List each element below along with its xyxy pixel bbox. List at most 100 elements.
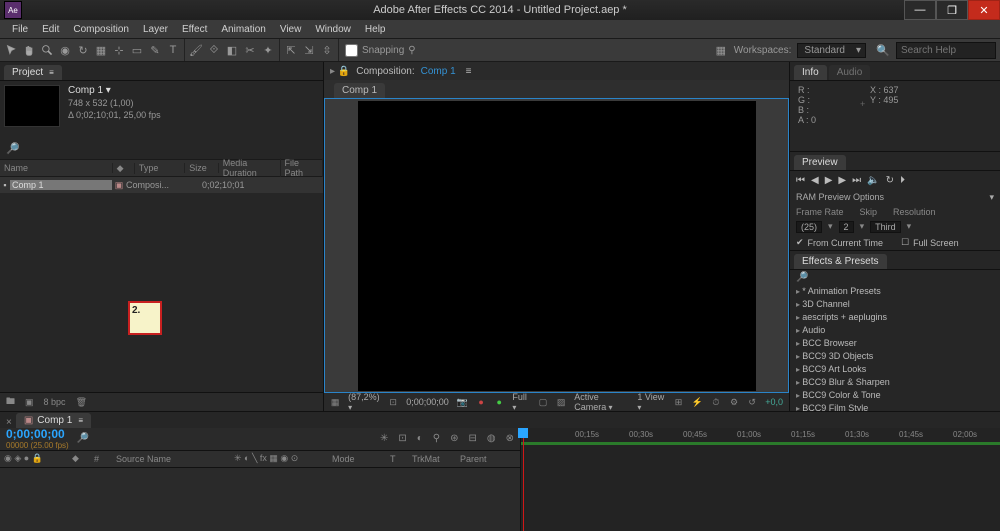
zoom-dropdown[interactable]: (87,2%) <box>348 392 380 412</box>
exposure-value[interactable]: +0,0 <box>765 397 783 407</box>
effects-tab[interactable]: Effects & Presets <box>794 254 887 269</box>
local-axis-icon[interactable]: ⇱ <box>284 43 298 57</box>
camera-dropdown[interactable]: Active Camera <box>574 392 629 412</box>
resolution-dropdown[interactable]: Full <box>512 392 530 412</box>
menu-view[interactable]: View <box>274 23 308 36</box>
project-search[interactable]: 🔎 <box>0 137 323 159</box>
puppet-tool-icon[interactable]: ✦ <box>261 43 275 57</box>
time-ruler[interactable]: 00;15s 00;30s 00;45s 01;00s 01;15s 01;30… <box>521 428 1000 445</box>
col-parent[interactable]: Parent <box>456 454 514 464</box>
project-list-area[interactable]: 2. <box>0 193 323 392</box>
last-frame-icon[interactable]: ⏭ <box>852 175 861 186</box>
lock-icon[interactable]: ▸ 🔒 <box>330 66 350 77</box>
fx-icon[interactable]: ⊛ <box>450 433 458 444</box>
clone-tool-icon[interactable]: ⟐ <box>207 43 221 57</box>
fast-preview-icon[interactable]: ⚡ <box>692 397 703 408</box>
menu-window[interactable]: Window <box>309 23 357 36</box>
snapping-toggle[interactable]: Snapping ⚲ <box>339 44 416 57</box>
timeline-search-icon[interactable]: 🔎 <box>77 433 89 444</box>
chevron-down-icon[interactable]: ▾ <box>989 192 994 203</box>
playhead[interactable] <box>523 428 524 531</box>
frame-rate-dropdown[interactable]: (25) <box>796 221 822 233</box>
rotate-tool-icon[interactable]: ↻ <box>76 43 90 57</box>
eraser-tool-icon[interactable]: ◧ <box>225 43 239 57</box>
channel-icon[interactable]: ● <box>476 397 486 407</box>
menu-file[interactable]: File <box>6 23 34 36</box>
col-duration[interactable]: Media Duration <box>219 158 281 178</box>
menu-animation[interactable]: Animation <box>215 23 271 36</box>
orbit-tool-icon[interactable]: ◉ <box>58 43 72 57</box>
current-time[interactable]: 0;00;00;00 <box>6 427 69 441</box>
col-label-icon[interactable]: ◆ <box>113 163 135 174</box>
brush-tool-icon[interactable]: 🖌 <box>189 43 203 57</box>
shape-tool-icon[interactable]: ▭ <box>130 43 144 57</box>
snapshot-icon[interactable]: 📷 <box>457 397 468 408</box>
brain-icon[interactable]: ⊗ <box>506 433 514 444</box>
col-mode[interactable]: Mode <box>328 454 386 464</box>
world-axis-icon[interactable]: ⇲ <box>302 43 316 57</box>
minimize-button[interactable]: — <box>904 0 936 20</box>
selection-tool-icon[interactable] <box>4 43 18 57</box>
menu-edit[interactable]: Edit <box>36 23 65 36</box>
camera-tool-icon[interactable]: ▦ <box>94 43 108 57</box>
reset-icon[interactable]: ↺ <box>747 397 757 408</box>
type-tool-icon[interactable]: T <box>166 43 180 57</box>
pixel-aspect-icon[interactable]: ⊞ <box>673 397 683 408</box>
preview-res-dropdown[interactable]: Third <box>870 221 901 233</box>
transparency-icon[interactable]: ▨ <box>556 397 566 408</box>
comp-name[interactable]: Comp 1 ▾ <box>68 85 161 97</box>
audio-tab[interactable]: Audio <box>829 65 871 80</box>
fx-item[interactable]: Audio <box>790 324 1000 337</box>
col-path[interactable]: File Path <box>281 158 323 178</box>
close-button[interactable]: ✕ <box>968 0 1000 20</box>
play-icon[interactable]: ▶ <box>825 175 833 186</box>
composition-canvas[interactable] <box>358 101 756 391</box>
full-screen-checkbox[interactable]: ☐ <box>901 237 909 248</box>
timeline-icon[interactable]: ⏱ <box>711 397 721 408</box>
mute-icon[interactable]: 🔈 <box>867 175 879 186</box>
loop-icon[interactable]: ↻ <box>886 175 894 186</box>
blur-icon[interactable]: ◍ <box>487 433 496 444</box>
comp-thumbnail[interactable] <box>4 85 60 127</box>
fx-item[interactable]: BCC9 Color & Tone <box>790 389 1000 402</box>
skip-dropdown[interactable]: 2 <box>839 221 854 233</box>
col-size[interactable]: Size <box>185 163 219 173</box>
project-row[interactable]: ▪ Comp 1 ▣ Composi... 0;02;10;01 <box>0 177 323 193</box>
draft-icon[interactable]: ⊡ <box>398 433 406 444</box>
col-name[interactable]: Name <box>0 163 113 173</box>
menu-help[interactable]: Help <box>359 23 392 36</box>
fx-item[interactable]: BCC9 3D Objects <box>790 350 1000 363</box>
res-icon[interactable]: ⊡ <box>388 397 398 408</box>
mb-icon[interactable]: ◐ <box>417 433 423 444</box>
from-current-checkbox[interactable]: ✔ <box>796 237 804 248</box>
workspace-dropdown[interactable]: Standard <box>797 43 866 58</box>
interpret-icon[interactable]: 🖿 <box>6 394 15 410</box>
new-folder-icon[interactable]: ▣ <box>25 397 34 408</box>
zoom-tool-icon[interactable] <box>40 43 54 57</box>
view-dropdown[interactable]: 1 View <box>637 392 665 412</box>
roi-icon[interactable]: ▢ <box>538 397 548 408</box>
channel-icon[interactable]: ● <box>494 397 504 407</box>
col-type[interactable]: Type <box>135 163 185 173</box>
fx-item[interactable]: BCC9 Film Style <box>790 402 1000 411</box>
pen-tool-icon[interactable]: ✎ <box>148 43 162 57</box>
project-tab[interactable]: Project≡ <box>4 65 62 80</box>
effects-search[interactable]: 🔎 <box>790 270 1000 285</box>
timeline-track-area[interactable]: 00;15s 00;30s 00;45s 01;00s 01;15s 01;30… <box>521 428 1000 531</box>
first-frame-icon[interactable]: ⏮ <box>796 175 805 186</box>
shy-icon[interactable]: ⚲ <box>433 433 440 444</box>
grid-icon[interactable]: ▦ <box>330 397 340 408</box>
trash-icon[interactable]: 🗑 <box>76 397 87 408</box>
viewer-time[interactable]: 0;00;00;00 <box>406 397 449 407</box>
fx-item[interactable]: BCC Browser <box>790 337 1000 350</box>
roto-tool-icon[interactable]: ✂ <box>243 43 257 57</box>
comp-tab[interactable]: Comp 1 <box>334 83 385 98</box>
info-tab[interactable]: Info <box>794 65 827 80</box>
fx-item[interactable]: aescripts + aeplugins <box>790 311 1000 324</box>
effects-list[interactable]: * Animation Presets 3D Channel aescripts… <box>790 285 1000 411</box>
next-frame-icon[interactable]: ▶ <box>838 175 846 186</box>
ram-options-label[interactable]: RAM Preview Options <box>796 192 884 203</box>
frame-blend-icon[interactable]: ⊟ <box>468 433 476 444</box>
view-axis-icon[interactable]: ⇳ <box>320 43 334 57</box>
col-source[interactable]: Source Name <box>112 454 230 464</box>
